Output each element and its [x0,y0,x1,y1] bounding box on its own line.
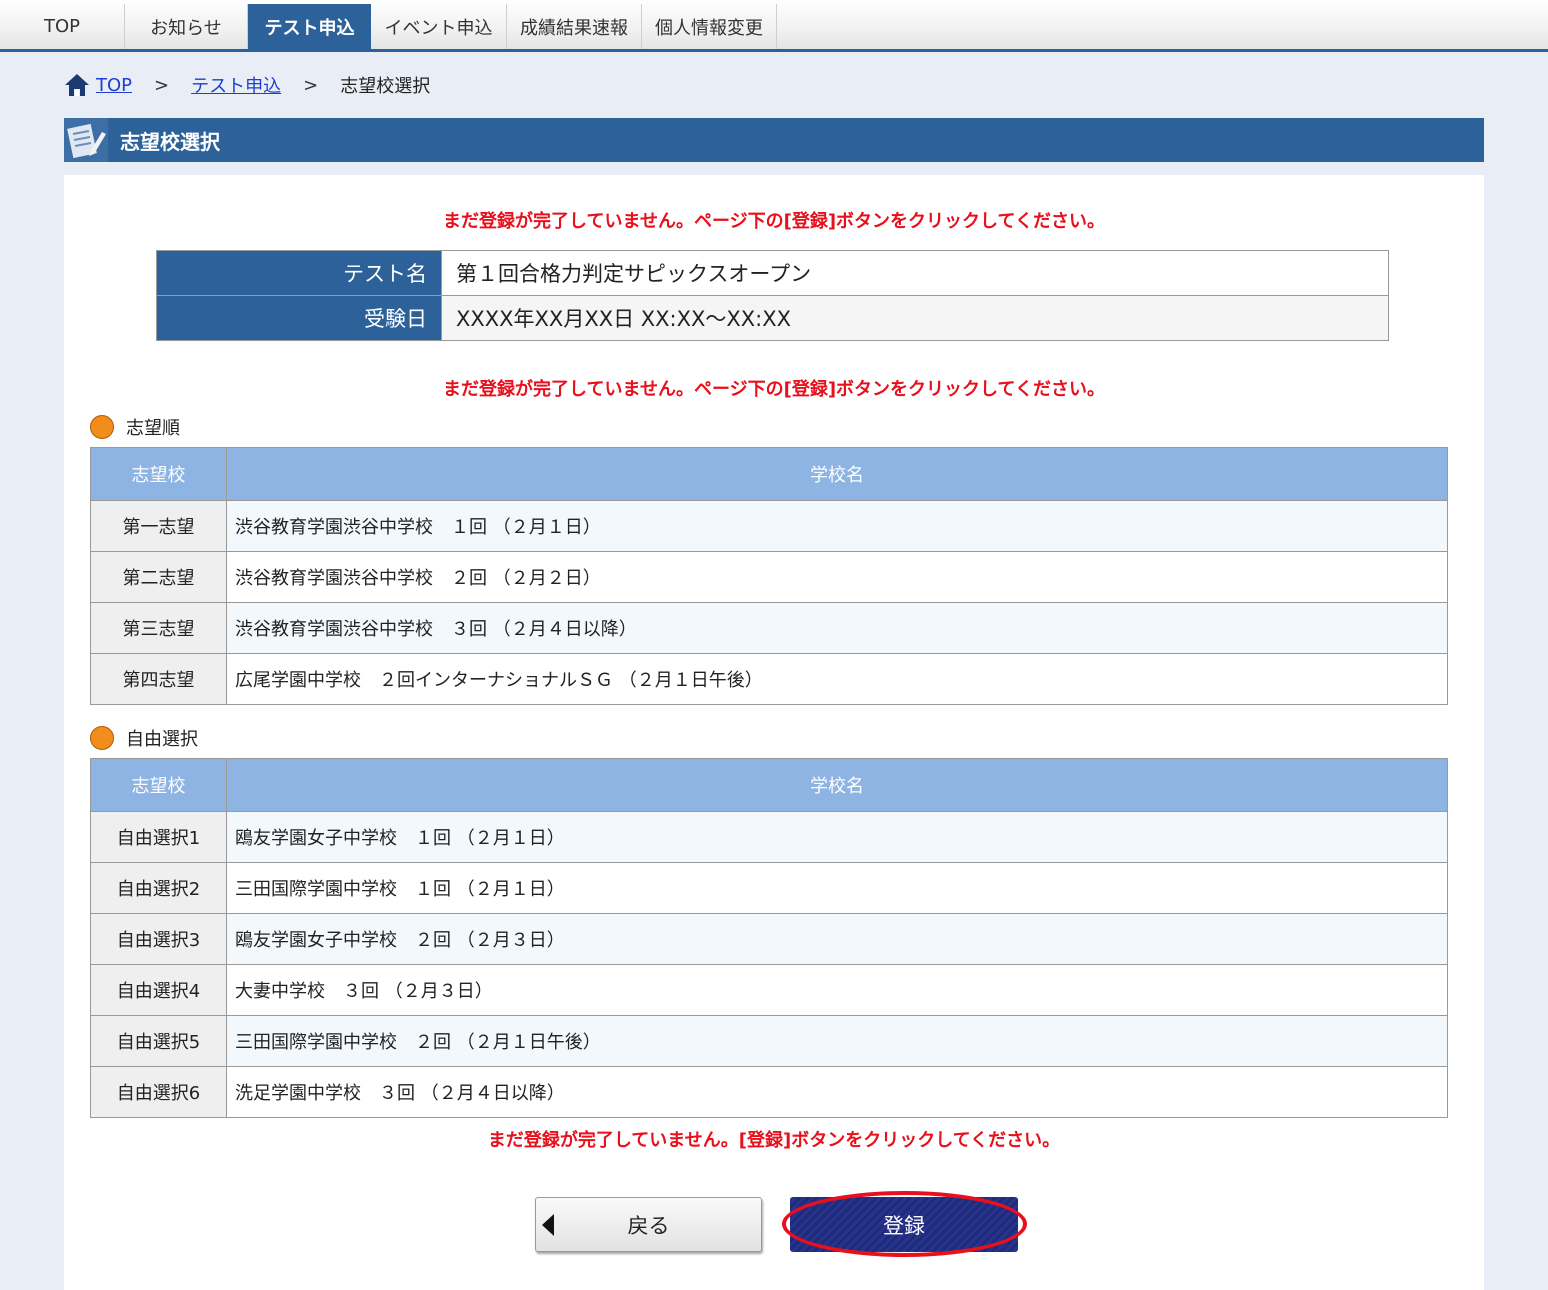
nav-tab-label: 成績結果速報 [520,17,628,39]
rank-cell: 自由選択6 [90,1066,227,1118]
nav-tab-label: TOP [43,16,81,37]
column-header-school-name: 学校名 [226,758,1448,812]
exam-date-row: 受験日 XXXX年XX月XX日 XX:XX～XX:XX [156,295,1389,341]
warning-message-middle: まだ登録が完了していません。ページ下の[登録]ボタンをクリックしてください。 [443,379,1105,400]
page-title: 志望校選択 [120,129,220,154]
nav-tab-test-application[interactable]: テスト申込 [248,4,371,49]
section-label: 志望順 [126,418,180,439]
breadcrumb-top-link[interactable]: TOP [96,75,132,96]
test-name-label: テスト名 [156,250,442,296]
table-row: 第三志望 渋谷教育学園渋谷中学校 ３回 （２月４日以降） [90,602,1448,654]
rank-cell: 第三志望 [90,602,227,654]
table-row: 自由選択4 大妻中学校 ３回 （２月３日） [90,964,1448,1016]
school-cell: 渋谷教育学園渋谷中学校 ３回 （２月４日以降） [226,602,1448,654]
nav-tab-results[interactable]: 成績結果速報 [507,4,642,49]
back-button[interactable]: 戻る [535,1197,762,1252]
test-info-table: テスト名 第１回合格力判定サピックスオープン 受験日 XXXX年XX月XX日 X… [156,250,1389,341]
content-panel [64,175,1484,1290]
home-icon [65,74,89,96]
school-cell: 三田国際学園中学校 １回 （２月１日） [226,862,1448,914]
table-row: 自由選択5 三田国際学園中学校 ２回 （２月１日午後） [90,1015,1448,1067]
nav-tab-label: イベント申込 [384,17,493,39]
column-header-choice: 志望校 [90,447,227,501]
nav-tab-label: 個人情報変更 [655,17,763,39]
preference-section-header: 志望順 [90,414,180,440]
school-cell: 三田国際学園中学校 ２回 （２月１日午後） [226,1015,1448,1067]
test-name-row: テスト名 第１回合格力判定サピックスオープン [156,250,1389,296]
table-header-row: 志望校 学校名 [90,447,1448,501]
school-cell: 大妻中学校 ３回 （２月３日） [226,964,1448,1016]
highlight-ring [782,1191,1027,1257]
rank-cell: 第四志望 [90,653,227,705]
warning-message-bottom: まだ登録が完了していません。[登録]ボタンをクリックしてください。 [487,1130,1061,1151]
back-button-label: 戻る [627,1213,670,1238]
orange-bullet-icon [90,415,114,439]
rank-cell: 自由選択5 [90,1015,227,1067]
table-row: 自由選択1 鴎友学園女子中学校 １回 （２月１日） [90,811,1448,863]
school-cell: 渋谷教育学園渋谷中学校 ２回 （２月２日） [226,551,1448,603]
table-row: 自由選択2 三田国際学園中学校 １回 （２月１日） [90,862,1448,914]
school-cell: 鴎友学園女子中学校 ２回 （２月３日） [226,913,1448,965]
rank-cell: 第二志望 [90,551,227,603]
column-header-choice: 志望校 [90,758,227,812]
nav-tab-news[interactable]: お知らせ [125,4,248,49]
school-cell: 広尾学園中学校 ２回インターナショナルＳＧ （２月１日午後） [226,653,1448,705]
breadcrumb: TOP > テスト申込 > 志望校選択 [64,70,430,100]
top-navigation: TOP お知らせ テスト申込 イベント申込 成績結果速報 個人情報変更 [0,0,1548,52]
rank-cell: 自由選択4 [90,964,227,1016]
section-label: 自由選択 [126,729,198,750]
table-row: 第一志望 渋谷教育学園渋谷中学校 １回 （２月１日） [90,500,1448,552]
exam-date-label: 受験日 [156,295,442,341]
nav-tab-top[interactable]: TOP [0,4,125,49]
breadcrumb-test-application-link[interactable]: テスト申込 [191,72,281,98]
nav-tab-label: テスト申込 [264,17,355,39]
column-header-school-name: 学校名 [226,447,1448,501]
breadcrumb-current: 志望校選択 [340,76,431,97]
page-header: 志望校選択 [64,118,1484,162]
rank-cell: 第一志望 [90,500,227,552]
nav-tab-event-application[interactable]: イベント申込 [371,4,507,49]
test-name-value: 第１回合格力判定サピックスオープン [441,250,1389,296]
nav-tab-label: お知らせ [150,17,222,39]
free-selection-section-header: 自由選択 [90,725,198,751]
warning-message-top: まだ登録が完了していません。ページ下の[登録]ボタンをクリックしてください。 [443,211,1105,232]
school-cell: 鴎友学園女子中学校 １回 （２月１日） [226,811,1448,863]
table-row: 第四志望 広尾学園中学校 ２回インターナショナルＳＧ （２月１日午後） [90,653,1448,705]
orange-bullet-icon [90,726,114,750]
preference-table: 志望校 学校名 第一志望 渋谷教育学園渋谷中学校 １回 （２月１日） 第二志望 … [90,447,1448,705]
left-arrow-icon [542,1214,554,1236]
table-row: 自由選択6 洗足学園中学校 ３回 （２月４日以降） [90,1066,1448,1118]
table-header-row: 志望校 学校名 [90,758,1448,812]
school-cell: 渋谷教育学園渋谷中学校 １回 （２月１日） [226,500,1448,552]
document-edit-icon [64,118,108,162]
school-cell: 洗足学園中学校 ３回 （２月４日以降） [226,1066,1448,1118]
free-selection-table: 志望校 学校名 自由選択1 鴎友学園女子中学校 １回 （２月１日） 自由選択2 … [90,758,1448,1118]
breadcrumb-separator: > [303,74,319,96]
breadcrumb-separator: > [154,74,170,96]
table-row: 第二志望 渋谷教育学園渋谷中学校 ２回 （２月２日） [90,551,1448,603]
table-row: 自由選択3 鴎友学園女子中学校 ２回 （２月３日） [90,913,1448,965]
rank-cell: 自由選択1 [90,811,227,863]
exam-date-value: XXXX年XX月XX日 XX:XX～XX:XX [441,295,1389,341]
nav-tab-profile[interactable]: 個人情報変更 [642,4,777,49]
rank-cell: 自由選択3 [90,913,227,965]
rank-cell: 自由選択2 [90,862,227,914]
